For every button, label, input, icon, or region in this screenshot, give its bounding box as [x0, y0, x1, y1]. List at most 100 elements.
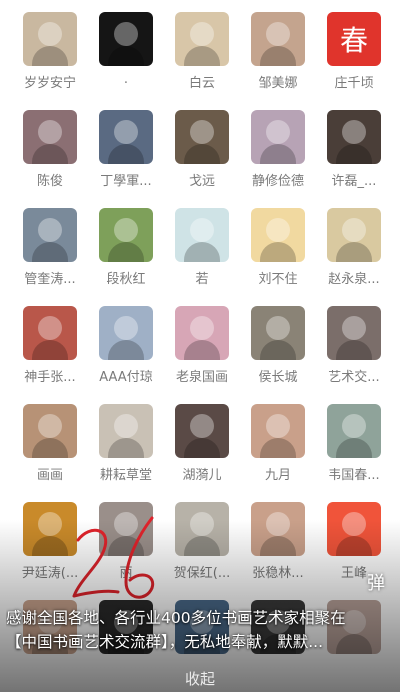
avatar[interactable]: [251, 306, 305, 360]
avatar-body-shape: [336, 438, 372, 458]
avatar[interactable]: [23, 306, 77, 360]
avatar[interactable]: [251, 404, 305, 458]
member-item[interactable]: 丁學軍...: [88, 98, 164, 196]
member-item[interactable]: .: [88, 0, 164, 98]
member-name: 段秋红: [106, 272, 146, 287]
avatar-head-shape: [114, 512, 138, 536]
avatar-body-shape: [336, 242, 372, 262]
member-item[interactable]: 邹美娜: [240, 0, 316, 98]
member-item[interactable]: 贺保红(...: [164, 490, 240, 588]
avatar-head-shape: [38, 316, 62, 340]
avatar-body-shape: [184, 144, 220, 164]
member-item[interactable]: 尹廷涛(...: [12, 490, 88, 588]
member-name: 静修俭德: [251, 174, 304, 189]
avatar[interactable]: [99, 502, 153, 556]
member-item[interactable]: 神手张...: [12, 294, 88, 392]
member-item[interactable]: 侯长城: [240, 294, 316, 392]
member-name: 刘不住: [258, 272, 298, 287]
member-name: 岁岁安宁: [23, 76, 76, 91]
member-item[interactable]: 段秋红: [88, 196, 164, 294]
avatar[interactable]: [23, 404, 77, 458]
member-name: 丁學軍...: [100, 174, 152, 189]
member-item[interactable]: 若: [164, 196, 240, 294]
avatar[interactable]: [327, 404, 381, 458]
avatar[interactable]: [175, 306, 229, 360]
avatar[interactable]: [99, 306, 153, 360]
avatar-body-shape: [108, 536, 144, 556]
member-item[interactable]: 刘不住: [240, 196, 316, 294]
caption-line-1: 感谢全国各地、各行业400多位书画艺术家相聚在: [6, 609, 346, 627]
avatar[interactable]: [175, 12, 229, 66]
avatar-head-shape: [38, 218, 62, 242]
avatar[interactable]: [99, 208, 153, 262]
member-name: 陈俊: [36, 174, 63, 189]
avatar[interactable]: [175, 208, 229, 262]
member-item[interactable]: 画画: [12, 392, 88, 490]
member-item[interactable]: 白云: [164, 0, 240, 98]
avatar[interactable]: [251, 110, 305, 164]
member-name: 九月: [264, 468, 291, 483]
member-name: 老泉国画: [175, 370, 228, 385]
member-name: 白云: [188, 76, 215, 91]
avatar[interactable]: 春: [327, 12, 381, 66]
avatar[interactable]: [99, 110, 153, 164]
avatar[interactable]: [327, 208, 381, 262]
avatar[interactable]: [23, 502, 77, 556]
avatar-body-shape: [184, 340, 220, 360]
avatar-head-shape: [342, 414, 366, 438]
avatar-body-shape: [108, 242, 144, 262]
member-item[interactable]: 丽: [88, 490, 164, 588]
danmaku-toggle-button[interactable]: 弹: [362, 570, 390, 598]
member-item[interactable]: 管奎涛...: [12, 196, 88, 294]
avatar[interactable]: [23, 110, 77, 164]
member-name: 庄千顷: [334, 76, 374, 91]
member-item[interactable]: 九月: [240, 392, 316, 490]
avatar[interactable]: [175, 404, 229, 458]
avatar-head-shape: [266, 218, 290, 242]
avatar[interactable]: [175, 502, 229, 556]
member-item[interactable]: 赵永泉...: [316, 196, 392, 294]
avatar-body-shape: [260, 536, 296, 556]
member-name: 画画: [36, 468, 63, 483]
avatar-body-shape: [108, 438, 144, 458]
avatar[interactable]: [99, 12, 153, 66]
collapse-button[interactable]: 收起: [160, 668, 240, 689]
member-item[interactable]: 春庄千顷: [316, 0, 392, 98]
member-item[interactable]: 张稳林...: [240, 490, 316, 588]
avatar-body-shape: [184, 242, 220, 262]
avatar[interactable]: [175, 110, 229, 164]
member-item[interactable]: 岁岁安宁: [12, 0, 88, 98]
member-item[interactable]: 静修俭德: [240, 98, 316, 196]
member-item[interactable]: 老泉国画: [164, 294, 240, 392]
member-name: 艺术交...: [328, 370, 380, 385]
avatar-body-shape: [260, 242, 296, 262]
avatar[interactable]: [327, 110, 381, 164]
avatar[interactable]: [327, 502, 381, 556]
avatar-head-shape: [190, 22, 214, 46]
avatar[interactable]: [99, 404, 153, 458]
avatar[interactable]: [327, 306, 381, 360]
member-name: 尹廷涛(...: [21, 566, 79, 581]
avatar[interactable]: [251, 502, 305, 556]
avatar-head-shape: [266, 414, 290, 438]
avatar[interactable]: [23, 12, 77, 66]
member-item[interactable]: 陈俊: [12, 98, 88, 196]
member-name: 若: [195, 272, 209, 287]
member-item[interactable]: 韦国春...: [316, 392, 392, 490]
avatar[interactable]: [251, 208, 305, 262]
member-item[interactable]: 耕耘草堂: [88, 392, 164, 490]
avatar[interactable]: [23, 208, 77, 262]
member-item[interactable]: 戈远: [164, 98, 240, 196]
member-item[interactable]: 许磊_...: [316, 98, 392, 196]
avatar-head-shape: [342, 512, 366, 536]
avatar-head-shape: [266, 22, 290, 46]
avatar-head-shape: [114, 218, 138, 242]
avatar[interactable]: [251, 12, 305, 66]
member-name: 张稳林...: [252, 566, 304, 581]
avatar-body-shape: [260, 144, 296, 164]
avatar-head-shape: [342, 316, 366, 340]
avatar-body-shape: [32, 144, 68, 164]
member-item[interactable]: 湖漪儿: [164, 392, 240, 490]
member-item[interactable]: AAA付琼: [88, 294, 164, 392]
member-item[interactable]: 艺术交...: [316, 294, 392, 392]
